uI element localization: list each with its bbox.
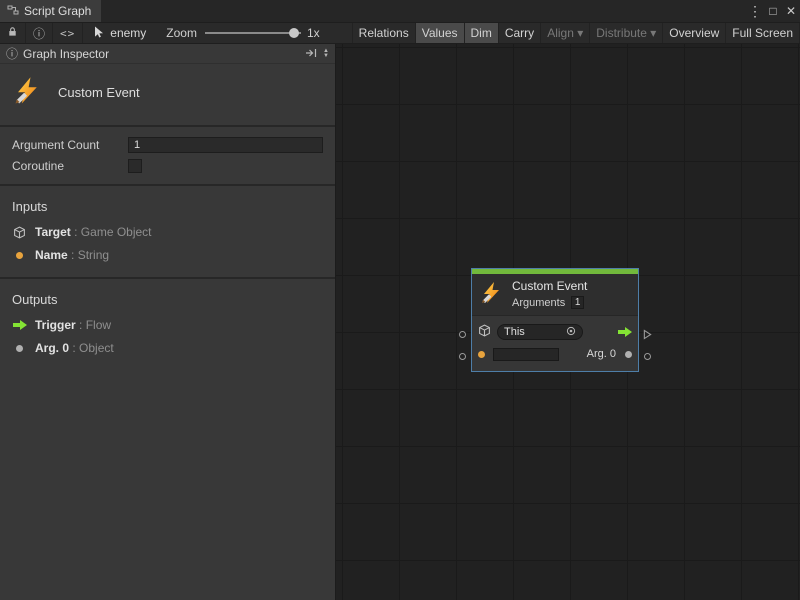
graph-reference-breadcrumb[interactable]: enemy [83, 23, 156, 43]
node-title: Custom Event [512, 279, 587, 293]
zoom-slider-handle[interactable] [289, 28, 299, 38]
node-body: This [472, 315, 638, 371]
coroutine-checkbox[interactable] [128, 159, 142, 173]
output-trigger-row: Trigger : Flow [0, 314, 335, 337]
arg0-label: Arg. 0 [587, 348, 619, 360]
inputs-heading: Inputs [0, 190, 335, 221]
close-icon[interactable]: ✕ [782, 0, 800, 22]
port-name: Name [35, 248, 68, 262]
this-target-dropdown[interactable]: This [497, 324, 583, 340]
lock-button[interactable] [0, 23, 26, 43]
zoom-slider[interactable] [205, 23, 301, 43]
toolbar: ⓘ <> enemy Zoom 1x Relations Values Dim … [0, 22, 800, 44]
code-icon: <> [60, 27, 75, 40]
tab-label: Script Graph [24, 4, 91, 18]
dock-inspector-icon[interactable] [305, 47, 317, 61]
input-target-row: Target : Game Object [0, 221, 335, 244]
script-graph-icon [7, 4, 19, 19]
titlebar: Script Graph ⋮ □ ✕ [0, 0, 800, 22]
custom-event-icon [13, 76, 43, 109]
graph-canvas[interactable]: Custom Event Arguments 1 [336, 44, 800, 600]
coroutine-label: Coroutine [12, 159, 128, 173]
port-type: : Object [72, 341, 113, 355]
panel-scroll-arrows[interactable]: ▲ ▼ [323, 49, 331, 59]
tab-script-graph[interactable]: Script Graph [0, 0, 101, 22]
window-menu-icon[interactable]: ⋮ [746, 0, 764, 22]
game-object-cube-icon [12, 226, 27, 239]
object-port-icon [12, 345, 27, 352]
toolbar-button-group: Relations Values Dim Carry Align ▾ Distr… [352, 23, 800, 43]
name-value-input[interactable] [493, 348, 559, 361]
custom-event-icon [480, 281, 504, 308]
code-view-button[interactable]: <> [53, 23, 83, 43]
align-dropdown-button[interactable]: Align ▾ [541, 23, 590, 43]
input-name-row: Name : String [0, 244, 335, 267]
distribute-dropdown-button[interactable]: Distribute ▾ [590, 23, 663, 43]
output-arg0-row: Arg. 0 : Object [0, 337, 335, 360]
graph-inspector-panel: ⓘ Graph Inspector ▲ ▼ [0, 44, 336, 600]
port-name: Arg. 0 [35, 341, 69, 355]
this-connector-port[interactable] [459, 331, 466, 338]
port-type: : Flow [79, 318, 111, 332]
outputs-section: Outputs Trigger : Flow Arg. 0 : Object [0, 279, 335, 370]
inspector-header: ⓘ Graph Inspector ▲ ▼ [0, 44, 335, 64]
node-row-arg0: Arg. 0 [472, 343, 638, 365]
fullscreen-button[interactable]: Full Screen [726, 23, 800, 43]
game-object-cube-icon [478, 324, 491, 340]
trigger-flow-port[interactable] [618, 327, 632, 337]
port-type: : String [71, 248, 109, 262]
info-icon: ⓘ [6, 45, 18, 62]
argument-count-row: Argument Count [0, 134, 335, 155]
inspector-toggle-button[interactable]: ⓘ [26, 23, 53, 43]
values-button[interactable]: Values [416, 23, 465, 43]
info-icon: ⓘ [33, 25, 45, 42]
argument-count-input[interactable] [128, 137, 323, 153]
arguments-label: Arguments [512, 297, 565, 309]
outputs-heading: Outputs [0, 283, 335, 314]
custom-event-node[interactable]: Custom Event Arguments 1 [471, 268, 639, 372]
name-string-port[interactable] [478, 351, 485, 358]
object-picker-icon[interactable] [566, 326, 576, 339]
dim-button[interactable]: Dim [465, 23, 499, 43]
port-name: Target [35, 225, 71, 239]
inspected-node-title-block: Custom Event [0, 64, 335, 125]
trigger-connector-port[interactable] [643, 329, 652, 340]
inputs-section: Inputs Target : Game Object Name : Strin… [0, 186, 335, 277]
flow-arrow-icon [12, 320, 27, 330]
node-row-this: This [472, 321, 638, 343]
arg0-object-port[interactable] [625, 351, 632, 358]
relations-button[interactable]: Relations [353, 23, 416, 43]
graph-pointer-icon [93, 26, 105, 41]
maximize-icon[interactable]: □ [764, 0, 782, 22]
lock-icon [7, 26, 18, 40]
argument-count-label: Argument Count [12, 138, 128, 152]
content: ⓘ Graph Inspector ▲ ▼ [0, 44, 800, 600]
arg0-connector-port[interactable] [644, 353, 651, 360]
coroutine-row: Coroutine [0, 155, 335, 176]
inspector-fields: Argument Count Coroutine [0, 127, 335, 184]
graph-name: enemy [110, 26, 146, 40]
zoom-label: Zoom [156, 23, 201, 43]
zoom-value: 1x [305, 23, 328, 43]
string-port-icon [12, 252, 27, 259]
port-name: Trigger [35, 318, 76, 332]
node-header[interactable]: Custom Event Arguments 1 [472, 274, 638, 315]
titlebar-spacer [101, 0, 746, 22]
arguments-count-field[interactable]: 1 [571, 296, 584, 309]
carry-button[interactable]: Carry [499, 23, 541, 43]
zoom-slider-track [205, 32, 301, 34]
script-graph-window: Script Graph ⋮ □ ✕ ⓘ <> [0, 0, 800, 600]
inspected-node-title: Custom Event [58, 85, 140, 100]
scroll-down-icon[interactable]: ▼ [323, 54, 329, 59]
inspector-title: Graph Inspector [23, 47, 109, 61]
this-value: This [504, 326, 525, 338]
port-type: : Game Object [74, 225, 151, 239]
name-connector-port[interactable] [459, 353, 466, 360]
overview-button[interactable]: Overview [663, 23, 726, 43]
